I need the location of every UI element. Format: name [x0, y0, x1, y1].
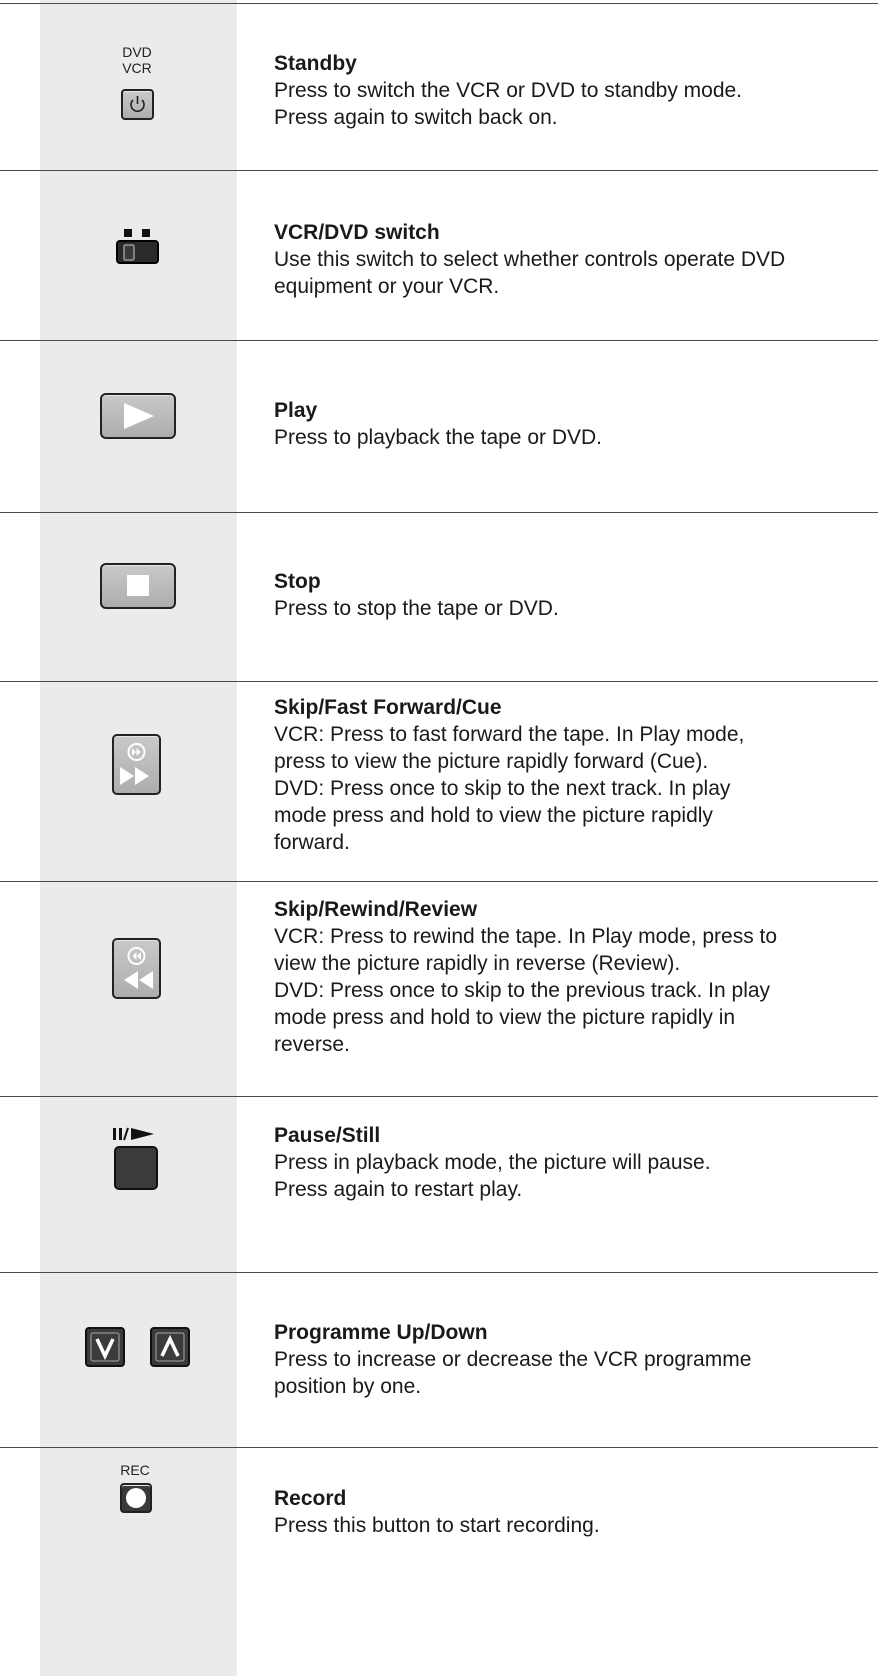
- record-text: Record Press this button to start record…: [274, 1485, 864, 1539]
- stop-text: Stop Press to stop the tape or DVD.: [274, 568, 864, 622]
- pause-play-symbol-icon: [113, 1127, 154, 1141]
- pause-still-text: Pause/Still Press in playback mode, the …: [274, 1122, 864, 1203]
- fast-forward-row: Skip/Fast Forward/Cue VCR: Press to fast…: [0, 682, 885, 881]
- row-title: Programme Up/Down: [274, 1321, 488, 1344]
- pause-still-icon: [114, 1146, 158, 1190]
- row-title: Skip/Rewind/Review: [274, 898, 478, 921]
- play-row: Play Press to playback the tape or DVD.: [0, 341, 885, 512]
- row-description: Press to playback the tape or DVD.: [274, 426, 602, 449]
- row-description: Press to increase or decrease the VCR pr…: [274, 1348, 752, 1398]
- vcr-dvd-switch-icon: [116, 229, 159, 264]
- rewind-row: Skip/Rewind/Review VCR: Press to rewind …: [0, 882, 885, 1096]
- row-description: Press in playback mode, the picture will…: [274, 1151, 711, 1201]
- stop-icon: [100, 563, 176, 609]
- standby-icon: [121, 89, 154, 120]
- stop-row: Stop Press to stop the tape or DVD.: [0, 513, 885, 681]
- rec-label: REC: [120, 1462, 150, 1478]
- row-title: Record: [274, 1487, 347, 1510]
- rewind-text: Skip/Rewind/Review VCR: Press to rewind …: [274, 896, 864, 1058]
- rewind-icon: [112, 938, 161, 999]
- programme-up-down-text: Programme Up/Down Press to increase or d…: [274, 1319, 864, 1400]
- fast-forward-text: Skip/Fast Forward/Cue VCR: Press to fast…: [274, 694, 864, 856]
- programme-up-down-row: Programme Up/Down Press to increase or d…: [0, 1273, 885, 1447]
- play-icon: [100, 393, 176, 439]
- standby-text: Standby Press to switch the VCR or DVD t…: [274, 50, 864, 131]
- row-description: VCR: Press to rewind the tape. In Play m…: [274, 925, 778, 1056]
- row-description: Press to stop the tape or DVD.: [274, 597, 559, 620]
- row-title: Stop: [274, 570, 321, 593]
- vcr-dvd-switch-row: VCR/DVD switch Use this switch to select…: [0, 171, 885, 340]
- play-text: Play Press to playback the tape or DVD.: [274, 397, 864, 451]
- fast-forward-icon: [112, 734, 161, 795]
- row-description: VCR: Press to fast forward the tape. In …: [274, 723, 745, 854]
- programme-up-icon: [150, 1327, 190, 1367]
- programme-down-icon: [85, 1327, 125, 1367]
- row-title: VCR/DVD switch: [274, 221, 440, 244]
- record-icon: [120, 1483, 152, 1513]
- row-title: Pause/Still: [274, 1124, 381, 1147]
- pause-still-row: Pause/Still Press in playback mode, the …: [0, 1097, 885, 1272]
- dvd-label: DVD: [122, 44, 152, 60]
- vcr-label: VCR: [122, 60, 152, 76]
- row-title: Skip/Fast Forward/Cue: [274, 696, 502, 719]
- record-row: REC Record Press this button to start re…: [0, 1448, 885, 1676]
- vcr-dvd-switch-text: VCR/DVD switch Use this switch to select…: [274, 219, 864, 300]
- standby-row: DVD VCR Standby Press to switch the VCR …: [0, 4, 885, 170]
- row-description: Press this button to start recording.: [274, 1514, 600, 1537]
- row-title: Play: [274, 399, 318, 422]
- row-description: Press to switch the VCR or DVD to standb…: [274, 79, 743, 129]
- row-description: Use this switch to select whether contro…: [274, 248, 786, 298]
- row-title: Standby: [274, 52, 357, 75]
